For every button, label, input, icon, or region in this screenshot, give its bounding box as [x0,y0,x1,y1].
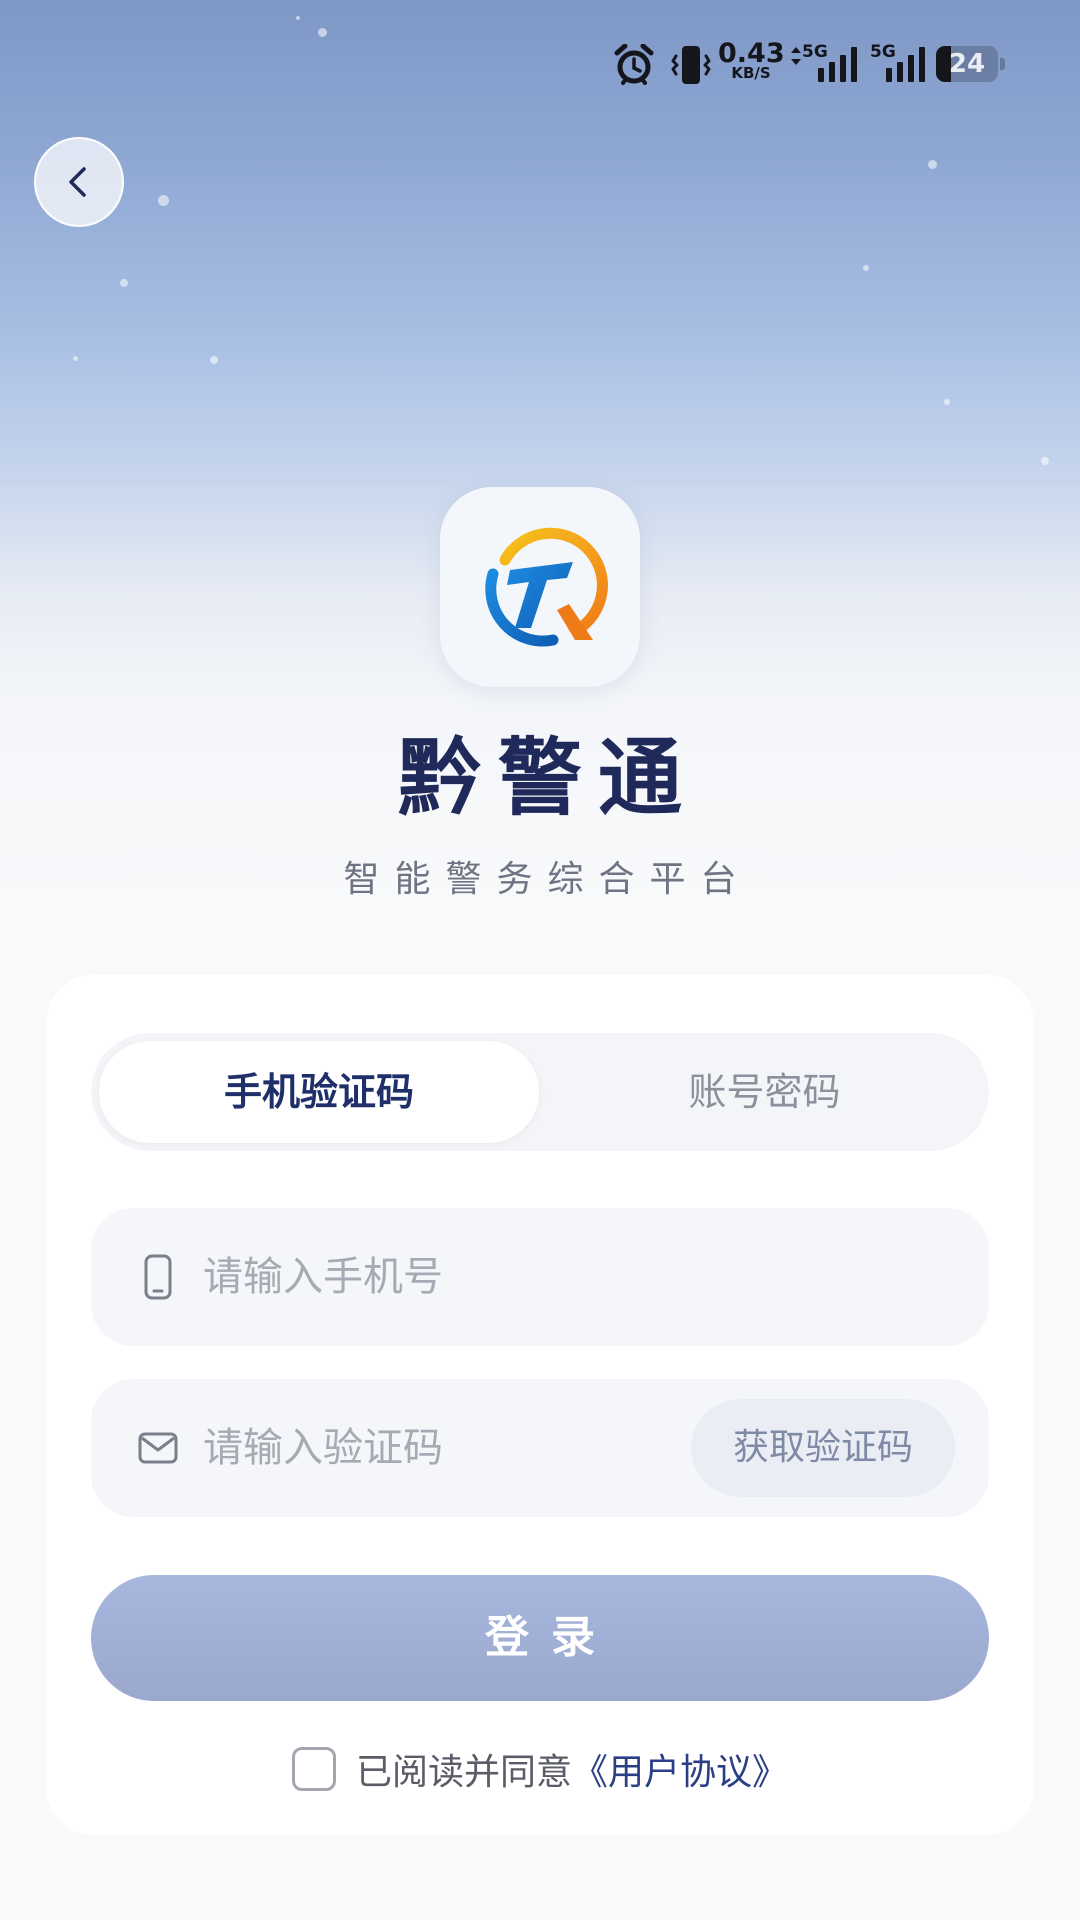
background-star [1041,457,1049,465]
phone-field [91,1208,989,1346]
battery-tip [1000,58,1005,70]
signal-2: 5G [870,44,930,84]
background-star [863,265,869,271]
background-star [210,356,218,364]
background-star [158,195,169,206]
signal-icon [886,47,925,82]
data-arrows-icon [791,47,801,65]
background-star [944,399,950,405]
agreement-row: 已阅读并同意 《用户协议》 [46,1741,1034,1797]
tab-account-password[interactable]: 账号密码 [540,1033,989,1151]
status-bar: 0.43 KB/S 5G 5G 24 [0,0,1080,130]
back-button[interactable] [34,137,124,227]
login-method-tabs: 手机验证码 账号密码 [91,1033,989,1151]
signal-1: 5G [802,44,862,84]
mail-icon [133,1423,183,1473]
app-logo [440,487,640,687]
background-star [73,356,78,361]
alarm-icon [614,44,654,85]
chevron-left-icon [69,167,86,197]
app-subtitle: 智能警务综合平台 [343,859,752,900]
user-agreement-link[interactable]: 《用户协议》 [572,1743,788,1795]
get-code-button[interactable]: 获取验证码 [691,1399,955,1497]
tab-sms-code[interactable]: 手机验证码 [99,1041,539,1143]
code-field: 获取验证码 [91,1379,989,1517]
network-speed-value: 0.43 [718,38,785,69]
agreement-text: 已阅读并同意 [355,1752,572,1793]
vibrate-icon [671,46,711,84]
battery-icon: 24 [936,46,1005,82]
login-card: 手机验证码 账号密码 获取验证码 登录 已阅读并同意 《用户协议》 [46,975,1034,1835]
battery-level: 24 [948,49,986,79]
network-speed: 0.43 KB/S [718,38,785,81]
signal-icon [818,47,857,82]
code-input[interactable] [203,1379,673,1517]
agreement-checkbox[interactable] [291,1747,336,1791]
login-button[interactable]: 登录 [91,1575,989,1701]
tq-logo-icon [485,527,608,647]
background-star [120,279,128,287]
phone-icon [133,1252,183,1302]
background-star [928,160,937,169]
app-title: 黔警通 [397,729,698,827]
phone-input[interactable] [203,1208,963,1346]
